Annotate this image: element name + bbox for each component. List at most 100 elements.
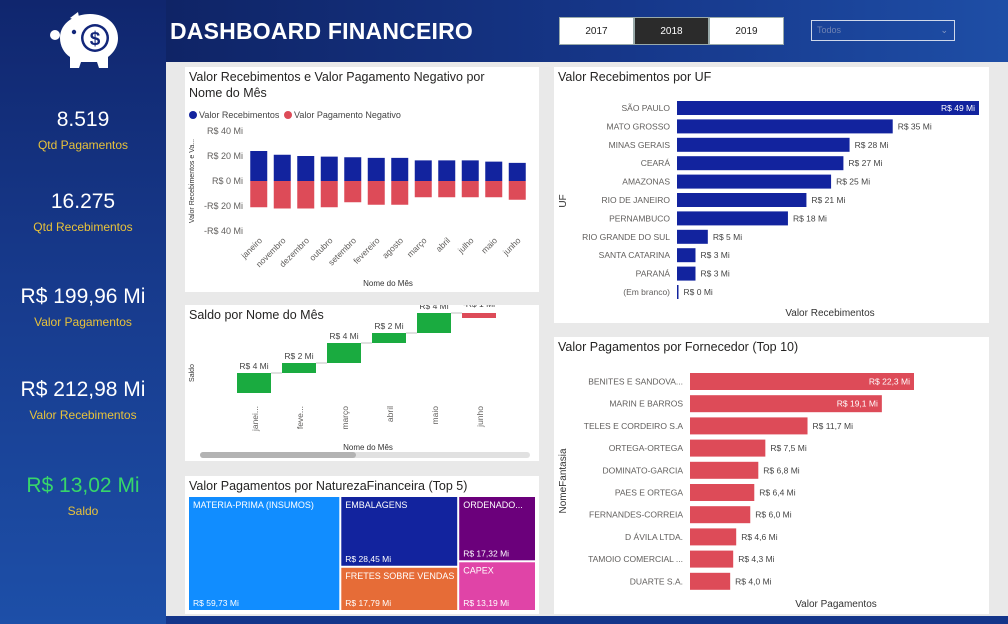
chart-pag-fornecedor: BENITES E SANDOVA... R$ 22,3 Mi MARIN E BA… <box>558 373 914 610</box>
data-label: R$ 4 Mi <box>329 331 358 341</box>
waterfall-bar <box>462 313 496 318</box>
bottom-strip <box>166 616 1008 624</box>
treemap-label: EMBALAGENS <box>345 500 407 510</box>
sidebar: $ 8.519 Qtd Pagamentos 16.275 Qtd Recebi… <box>0 0 166 624</box>
bar <box>677 285 679 299</box>
y-tick-label: TAMOIO COMERCIAL ... <box>588 554 683 564</box>
data-label: R$ 6,4 Mi <box>759 488 795 498</box>
y-tick-label: R$ 0 Mi <box>212 176 243 186</box>
bar <box>677 156 844 171</box>
x-tick-label: junho <box>475 406 485 428</box>
x-tick-label: agosto <box>380 235 405 260</box>
kpi-value: R$ 13,02 Mi <box>26 474 140 497</box>
bar <box>690 417 808 435</box>
x-tick-label: março <box>405 235 429 259</box>
data-label: R$ 4,6 Mi <box>741 532 777 542</box>
y-axis-title: Valor Recebimentos e Va... <box>189 139 196 223</box>
waterfall-bar <box>327 343 361 363</box>
treemap-value: R$ 17,79 Mi <box>345 598 391 608</box>
waterfall-bar <box>372 333 406 343</box>
bar-recebimentos <box>461 160 479 181</box>
y-tick-label: R$ 40 Mi <box>207 126 243 136</box>
data-label: R$ 4,0 Mi <box>735 576 771 586</box>
y-tick-label: AMAZONAS <box>622 177 670 187</box>
y-tick-label: TELES E CORDEIRO S.A <box>584 421 684 431</box>
kpi-label: Qtd Pagamentos <box>37 138 129 152</box>
y-tick-label: PARANÁ <box>636 269 671 279</box>
bar <box>690 528 737 546</box>
waterfall-bar <box>237 373 271 393</box>
treemap-label: FRETES SOBRE VENDAS <box>345 571 454 581</box>
svg-text:$: $ <box>90 29 101 50</box>
bar <box>677 248 696 263</box>
bar-recebimentos <box>391 157 409 181</box>
data-label: R$ 7,5 Mi <box>770 443 806 453</box>
bar <box>677 137 850 152</box>
bar-pagamento-negativo <box>461 181 479 198</box>
panel-natureza: Valor Pagamentos por NaturezaFinanceira … <box>185 476 539 614</box>
y-tick-label: DUARTE S.A. <box>630 576 683 586</box>
y-tick-label: R$ 20 Mi <box>207 151 243 161</box>
kpi-value: R$ 199,96 Mi <box>20 285 146 308</box>
bar <box>690 484 755 501</box>
chart-treemap-natureza: MATERIA-PRIMA (INSUMOS) R$ 59,73 Mi EMBALA… <box>189 497 535 610</box>
data-label: R$ 0 Mi <box>684 287 713 297</box>
waterfall-bar <box>282 363 316 373</box>
y-tick-label: D ÁVILA LTDA. <box>625 532 683 542</box>
page-title: DASHBOARD FINANCEIRO <box>170 18 473 44</box>
data-label: -R$ 1 Mi <box>463 305 495 309</box>
x-tick-label: abril <box>434 235 453 254</box>
data-label: R$ 35 Mi <box>898 121 932 131</box>
data-label: R$ 6,0 Mi <box>755 510 791 520</box>
y-tick-label: PAES E ORTEGA <box>615 488 684 498</box>
legend-marker <box>284 111 292 119</box>
kpi-qtd-recebimentos: 16.275 Qtd Recebimentos <box>0 190 166 234</box>
kpi-label: Saldo <box>67 504 99 518</box>
bar-pagamento-negativo <box>320 181 338 208</box>
year-button-2017[interactable]: 2017 <box>559 17 634 45</box>
bar <box>677 101 979 115</box>
bar <box>690 461 759 479</box>
bar-pagamento-negativo <box>438 181 456 198</box>
data-label: R$ 22,3 Mi <box>869 377 910 387</box>
treemap-tile <box>189 497 340 610</box>
piggy-bank-icon: $ <box>48 8 126 74</box>
x-tick-label: junho <box>500 235 523 258</box>
y-tick-label: MATO GROSSO <box>607 121 671 131</box>
data-label: R$ 11,7 Mi <box>813 421 854 431</box>
data-label: R$ 2 Mi <box>284 351 313 361</box>
kpi-label: Valor Pagamentos <box>34 315 132 329</box>
chart-receb-pag-mes: Valor Recebimentos Valor Pagamento Negati… <box>189 110 526 288</box>
year-button-2019[interactable]: 2019 <box>709 17 784 45</box>
y-tick-label: SANTA CATARINA <box>599 250 671 260</box>
data-label: R$ 4 Mi <box>239 361 268 371</box>
x-tick-label: março <box>340 406 350 430</box>
panel-saldo-mes: Saldo por Nome do Mês Saldo R$ 4 Mi janei.… <box>185 305 539 461</box>
data-label: R$ 4 Mi <box>419 305 448 311</box>
x-tick-label: maio <box>430 406 440 425</box>
bar-recebimentos <box>367 157 385 181</box>
y-tick-label: RIO DE JANEIRO <box>602 195 671 205</box>
x-axis-title: Valor Pagamentos <box>795 599 877 610</box>
x-axis-title: Nome do Mês <box>363 279 413 288</box>
data-label: R$ 4,3 Mi <box>738 554 774 564</box>
x-tick-label: maio <box>479 235 499 255</box>
y-axis-title: NomeFantasia <box>558 448 569 513</box>
y-axis-title: UF <box>558 194 569 207</box>
bar <box>690 506 751 524</box>
filter-dropdown[interactable]: Todos ⌄ <box>811 20 955 41</box>
bar-pagamento-negativo <box>391 181 409 205</box>
y-tick-label: FERNANDES-CORREIA <box>589 510 683 520</box>
bar-pagamento-negativo <box>367 181 385 205</box>
bar-recebimentos <box>414 160 432 181</box>
y-tick-label: CEARÁ <box>641 158 671 168</box>
bar-recebimentos <box>273 154 291 181</box>
bar-recebimentos <box>320 156 338 181</box>
x-tick-label: abril <box>385 406 395 422</box>
y-tick-label: DOMINATO-GARCIA <box>603 465 684 475</box>
y-tick-label: MINAS GERAIS <box>609 140 671 150</box>
treemap-label: ORDENADO... <box>463 500 523 510</box>
year-button-2018[interactable]: 2018 <box>634 17 709 45</box>
data-label: R$ 3 Mi <box>700 250 729 260</box>
x-axis-title: Valor Recebimentos <box>785 308 874 319</box>
